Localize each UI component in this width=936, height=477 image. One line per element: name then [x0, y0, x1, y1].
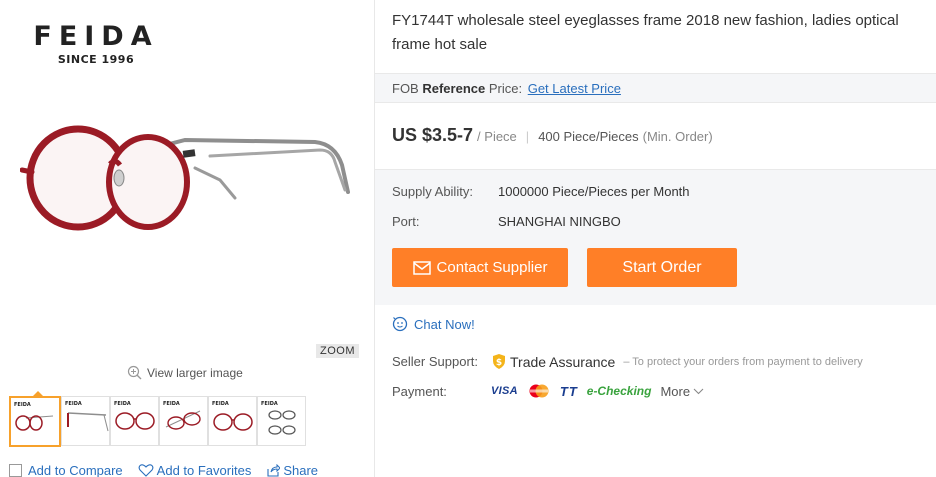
share-icon [267, 464, 281, 477]
contact-supplier-label: Contact Supplier [436, 259, 548, 276]
brand-name: FEIDA [33, 21, 159, 52]
price-row: US $3.5-7 / Piece | 400 Piece/Pieces (Mi… [392, 125, 713, 146]
thumbnail[interactable]: FEIDA [9, 391, 61, 447]
seller-support-label: Seller Support: [392, 354, 478, 369]
product-info: FY1744T wholesale steel eyeglasses frame… [375, 0, 936, 477]
contact-supplier-button[interactable]: Contact Supplier [392, 248, 568, 287]
get-latest-price-link[interactable]: Get Latest Price [528, 81, 621, 96]
chevron-down-icon [693, 388, 704, 394]
min-order-note: (Min. Order) [642, 129, 713, 144]
price-value: US $3.5-7 [392, 125, 474, 145]
supply-ability-row: Supply Ability: 1000000 Piece/Pieces per… [392, 184, 690, 199]
trade-assurance-label[interactable]: Trade Assurance [510, 354, 615, 370]
thumbnail[interactable]: FEIDA [110, 396, 159, 446]
thumbnail[interactable]: FEIDA [257, 396, 306, 446]
payment-row: Payment: VISA TT e-Checking More [392, 383, 704, 399]
visa-icon: VISA [491, 385, 518, 397]
svg-text:FEIDA: FEIDA [212, 401, 229, 407]
main-product-image[interactable] [20, 120, 360, 240]
supply-ability-value: 1000000 Piece/Pieces per Month [498, 184, 690, 199]
svg-text:FEIDA: FEIDA [163, 401, 180, 407]
chat-now-link[interactable]: Chat Now! [392, 316, 475, 332]
svg-text:FEIDA: FEIDA [114, 401, 131, 407]
mastercard-icon [529, 384, 549, 398]
start-order-label: Start Order [622, 258, 702, 276]
heart-icon [138, 464, 154, 477]
trade-assurance-icon: $ [493, 354, 505, 369]
payment-label: Payment: [392, 383, 447, 399]
chat-now-label: Chat Now! [414, 316, 475, 332]
product-actions-bar: Add to Compare Add to Favorites Share [9, 463, 333, 477]
brand-tagline: SINCE 1996 [57, 53, 135, 66]
thumbnail[interactable]: FEIDA [208, 396, 257, 446]
more-payment-dropdown[interactable]: More [660, 384, 704, 399]
zoom-badge[interactable]: ZOOM [316, 344, 359, 358]
product-gallery: FEIDA SINCE 1996 ZOOM View larger image [0, 0, 375, 477]
thumbnail[interactable]: FEIDA [159, 396, 208, 446]
price-unit: / Piece [477, 129, 517, 144]
seller-support-row: Seller Support: $ Trade Assurance – To p… [392, 353, 863, 370]
add-to-favorites[interactable]: Add to Favorites [138, 463, 252, 477]
svg-text:FEIDA: FEIDA [14, 402, 31, 408]
fob-reference: Reference [422, 81, 486, 96]
share-label: Share [283, 463, 319, 477]
port-row: Port: SHANGHAI NINGBO [392, 214, 621, 229]
thumbnail[interactable]: FEIDA [61, 396, 110, 446]
favorites-label: Add to Favorites [156, 463, 252, 477]
trade-assurance-note: – To protect your orders from payment to… [623, 355, 863, 368]
view-larger-image-link[interactable]: View larger image [127, 365, 243, 380]
port-value: SHANGHAI NINGBO [498, 214, 621, 229]
chat-face-icon [392, 316, 408, 332]
e-checking-icon: e-Checking [586, 384, 652, 398]
compare-label: Add to Compare [28, 463, 123, 477]
thumbnail-strip: FEIDA FEIDA FEIDA FEIDA FEIDA FEIDA [9, 391, 306, 447]
product-title: FY1744T wholesale steel eyeglasses frame… [392, 12, 899, 53]
svg-text:FEIDA: FEIDA [65, 401, 82, 407]
view-larger-label: View larger image [147, 365, 243, 380]
envelope-icon [412, 260, 431, 275]
brand-logo: FEIDA SINCE 1996 [26, 21, 166, 67]
payment-methods: VISA TT e-Checking More [491, 383, 704, 399]
fob-prefix: FOB [392, 81, 419, 96]
port-label: Port: [392, 214, 420, 229]
supply-ability-label: Supply Ability: [392, 184, 473, 199]
fob-price-label: Price: [488, 81, 523, 96]
price-separator: | [525, 129, 530, 144]
share-button[interactable]: Share [266, 463, 318, 477]
add-to-compare[interactable]: Add to Compare [9, 463, 123, 477]
min-order-quantity: 400 Piece/Pieces [538, 129, 639, 144]
more-label: More [660, 383, 691, 399]
start-order-button[interactable]: Start Order [587, 248, 737, 287]
svg-text:FEIDA: FEIDA [261, 401, 278, 407]
magnifier-plus-icon [127, 365, 142, 380]
fob-price-bar: FOB Reference Price: Get Latest Price [375, 73, 936, 103]
svg-text:$: $ [496, 358, 502, 368]
telegraphic-transfer-icon: TT [559, 383, 578, 399]
compare-checkbox[interactable] [9, 464, 22, 477]
